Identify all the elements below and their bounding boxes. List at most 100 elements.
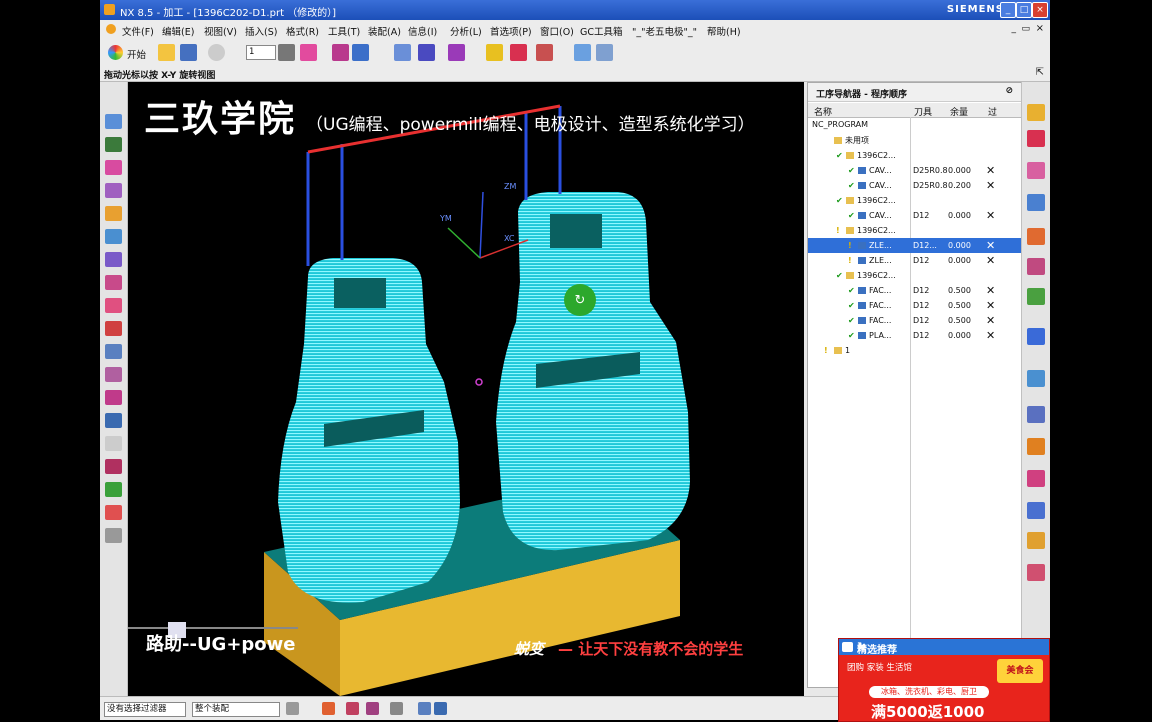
history-icon[interactable] (1027, 370, 1045, 387)
plane-icon[interactable] (105, 436, 122, 451)
roles-icon[interactable] (1027, 470, 1045, 487)
program-group-row[interactable]: ✔ 1396C2... (808, 148, 1021, 163)
pattern-icon[interactable] (105, 459, 122, 474)
fit-icon[interactable] (105, 137, 122, 152)
operation-row[interactable]: ✔ FAC... D12 0.500 ✕ (808, 283, 1021, 298)
shell-icon[interactable] (105, 390, 122, 405)
info-tool-icon[interactable] (105, 344, 122, 359)
book-icon[interactable] (1027, 438, 1045, 455)
blend-icon[interactable] (105, 298, 122, 313)
nav-tab-3-icon[interactable] (1027, 162, 1045, 179)
type-filter-select[interactable]: 没有选择过滤器 (104, 702, 186, 717)
operation-row[interactable]: ✔ CAV... D12 0.000 ✕ (808, 208, 1021, 223)
app-menu-icon[interactable] (106, 24, 116, 34)
start-button[interactable]: 开始 (127, 47, 146, 61)
users-icon[interactable] (1027, 532, 1045, 549)
menu-gc-toolbox[interactable]: GC工具箱 (580, 24, 623, 38)
nav-tab-5-icon[interactable] (1027, 228, 1045, 245)
menu-assembly[interactable]: 装配(A) (368, 24, 401, 38)
menu-window[interactable]: 窗口(O) (540, 24, 574, 38)
menu-preferences[interactable]: 首选项(P) (490, 24, 532, 38)
zoom-icon[interactable] (596, 44, 613, 61)
doc-minimize-icon[interactable]: _ (1012, 24, 1017, 34)
operation-row[interactable]: ! ZLE... D12 0.000 ✕ (808, 253, 1021, 268)
copy-icon[interactable] (574, 44, 591, 61)
block-icon[interactable] (105, 229, 122, 244)
graphics-window[interactable]: ↻ ZM YM XC 三玖学院 （UG编程、powermill编程、电极设计、造… (128, 82, 804, 696)
measure-icon[interactable] (105, 505, 122, 520)
selection-mode-icon[interactable] (322, 702, 335, 715)
minimize-button[interactable]: _ (1000, 2, 1016, 18)
curve-rule-icon[interactable] (366, 702, 379, 715)
nav-tab-1-icon[interactable] (1027, 104, 1045, 121)
more-tools-icon[interactable] (105, 528, 122, 543)
filter-icon[interactable] (434, 702, 447, 715)
box-select-icon[interactable] (390, 702, 403, 715)
menu-analysis[interactable]: 分析(L) (450, 24, 482, 38)
program-group-row[interactable]: ✔ 1396C2... (808, 268, 1021, 283)
doc-restore-icon[interactable]: ▭ (1021, 24, 1030, 34)
col-stock[interactable]: 余量 (950, 105, 968, 118)
menu-laowu-electrode[interactable]: "_"老五电极"_" (632, 24, 697, 38)
ad-close-icon[interactable]: × (857, 640, 1044, 653)
maximize-button[interactable]: □ (1016, 2, 1032, 18)
analysis-icon[interactable] (448, 44, 465, 61)
clock-icon[interactable] (1027, 406, 1045, 423)
ad-popup[interactable]: 精选推荐 ↻ × 团购 家装 生活馆 冰箱、洗衣机、彩电、厨卫 满5000返10… (838, 638, 1050, 722)
menu-info[interactable]: 信息(I) (408, 24, 437, 38)
operation-row[interactable]: ! ZLE... D12... 0.000 ✕ (808, 238, 1021, 253)
delete-icon[interactable] (536, 44, 553, 61)
web-browser-icon[interactable] (1027, 328, 1045, 345)
view-selection-icon[interactable] (418, 702, 431, 715)
display-mode-icon[interactable] (300, 44, 317, 61)
lock-icon[interactable] (486, 44, 503, 61)
extrude-icon[interactable] (105, 183, 122, 198)
chamfer-icon[interactable] (105, 275, 122, 290)
cylinder-icon[interactable] (105, 252, 122, 267)
snap-icon[interactable] (286, 702, 299, 715)
menu-format[interactable]: 格式(R) (286, 24, 319, 38)
program-group-row[interactable]: 未用项 (808, 133, 1021, 148)
menu-help[interactable]: 帮助(H) (707, 24, 741, 38)
nc-program-root[interactable]: NC_PROGRAM (812, 120, 868, 129)
nav-tab-6-icon[interactable] (1027, 258, 1045, 275)
operation-row[interactable]: ✔ PLA... D12 0.000 ✕ (808, 328, 1021, 343)
menu-edit[interactable]: 编辑(E) (162, 24, 194, 38)
col-tool[interactable]: 刀具 (914, 105, 932, 118)
operation-row[interactable]: ✔ CAV... D25R0.8 0.200 ✕ (808, 178, 1021, 193)
operation-row[interactable]: ✔ FAC... D12 0.500 ✕ (808, 313, 1021, 328)
revolve-icon[interactable] (105, 206, 122, 221)
operation-row[interactable]: ✔ CAV... D25R0.8 0.000 ✕ (808, 163, 1021, 178)
nav-tab-7-icon[interactable] (1027, 288, 1045, 305)
program-group-row[interactable]: ! 1 (808, 343, 1021, 358)
save-icon[interactable] (180, 44, 197, 61)
menu-tools[interactable]: 工具(T) (328, 24, 360, 38)
view-cube-icon[interactable] (105, 114, 122, 129)
pin-icon[interactable]: ⊘ (1005, 86, 1013, 96)
system-icon[interactable] (1027, 502, 1045, 519)
program-group-row[interactable]: ✔ 1396C2... (808, 193, 1021, 208)
undo-icon[interactable] (208, 44, 225, 61)
menu-file[interactable]: 文件(F) (122, 24, 154, 38)
program-group-row[interactable]: ! 1396C2... (808, 223, 1021, 238)
menu-view[interactable]: 视图(V) (204, 24, 237, 38)
cube-icon[interactable] (510, 44, 527, 61)
open-folder-icon[interactable] (158, 44, 175, 61)
col-name[interactable]: 名称 (814, 105, 832, 118)
start-icon[interactable] (108, 45, 123, 60)
expand-icon[interactable]: ⇱ (1036, 67, 1044, 78)
operation-nav-tab-icon[interactable] (1027, 194, 1045, 211)
assembly-icon[interactable] (352, 44, 369, 61)
palette-icon[interactable] (1027, 564, 1045, 581)
text-style-icon[interactable] (418, 44, 435, 61)
layer-select[interactable]: 1 (246, 45, 276, 60)
point-icon[interactable] (346, 702, 359, 715)
nav-tab-2-icon[interactable] (1027, 130, 1045, 147)
layer-settings-icon[interactable] (278, 44, 295, 61)
doc-close-icon[interactable]: × (1036, 23, 1044, 34)
simulate-icon[interactable] (105, 482, 122, 497)
mirror-icon[interactable] (105, 413, 122, 428)
close-button[interactable]: × (1032, 2, 1048, 18)
trim-icon[interactable] (105, 321, 122, 336)
operation-row[interactable]: ✔ FAC... D12 0.500 ✕ (808, 298, 1021, 313)
